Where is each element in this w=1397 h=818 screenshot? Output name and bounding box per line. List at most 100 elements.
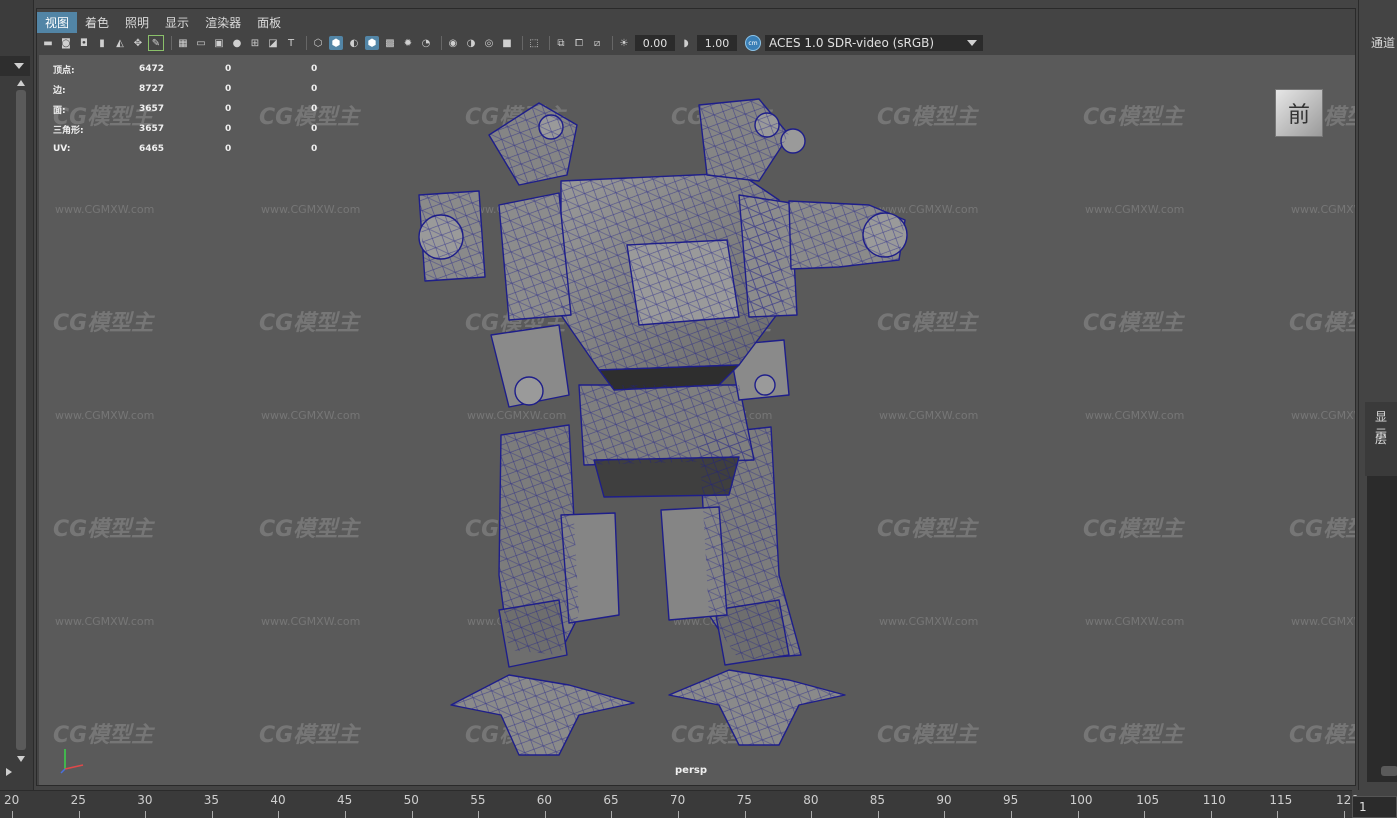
field-chart-icon[interactable]: ⊞ (248, 36, 262, 50)
bookmark-camera-icon[interactable]: ◘ (77, 36, 91, 50)
gate-mask-icon[interactable]: ● (230, 36, 244, 50)
timeline-tick-label: 110 (1202, 793, 1226, 807)
hud-label: 顶点: (53, 65, 75, 76)
wireframe-on-shaded-icon[interactable]: ⬢ (365, 36, 379, 50)
chevron-down-icon (14, 63, 24, 69)
hud-value: 0 (225, 104, 232, 114)
timeline-tick-label: 85 (869, 793, 886, 807)
layer-menu[interactable]: 层 (1375, 430, 1387, 447)
menu-show[interactable]: 显示 (157, 12, 197, 33)
timeline-tick-mark (544, 811, 546, 818)
menu-shading[interactable]: 着色 (77, 12, 117, 33)
view-transform-value: ACES 1.0 SDR-video (sRGB) (769, 36, 935, 50)
use-default-material-icon[interactable]: ◐ (347, 36, 361, 50)
timeline-tick-label: 70 (670, 793, 686, 807)
time-slider[interactable]: 20 25 30 35 40 45 50 55 60 65 70 75 80 85 90 95 100 105 11… (0, 790, 1359, 818)
current-frame-field[interactable]: 1 (1352, 796, 1397, 818)
scroll-up-arrow-icon[interactable] (17, 80, 25, 86)
hud-row: 边: 8727 0 0 (53, 79, 375, 99)
grid-icon[interactable]: ▦ (176, 36, 190, 50)
exposure-field[interactable]: 0.00 (635, 35, 675, 51)
isolate-select-icon[interactable]: ⬚ (527, 36, 541, 50)
timeline-tick-label: 40 (270, 793, 286, 807)
timeline-tick-label: 55 (470, 793, 486, 807)
hud-value: 3657 (139, 124, 165, 134)
timeline-tick-mark (744, 811, 746, 818)
timeline-tick-label: 75 (736, 793, 752, 807)
hud-row: 三角形: 3657 0 0 (53, 119, 375, 139)
channels-tab[interactable]: 通道 (1371, 34, 1395, 51)
shadows-icon[interactable]: ◔ (419, 36, 433, 50)
wireframe-icon[interactable]: ⬡ (311, 36, 325, 50)
scroll-down-arrow-icon[interactable] (17, 756, 25, 762)
timeline-tick-mark (145, 811, 147, 818)
timeline-tick-mark (678, 811, 679, 818)
menu-panels[interactable]: 面板 (249, 12, 289, 33)
menu-lighting[interactable]: 照明 (117, 12, 157, 33)
toolbar-separator (441, 36, 442, 50)
hud-label: 三角形: (53, 125, 84, 136)
timeline-tick-mark (611, 811, 613, 818)
gamma-icon[interactable]: ◗ (679, 36, 693, 50)
layer-horizontal-scrollbar[interactable] (1381, 766, 1397, 776)
timeline-tick-label: 25 (70, 793, 86, 807)
bookmark-icon[interactable]: ▮ (95, 36, 109, 50)
toolbar-separator (549, 36, 550, 50)
textured-icon[interactable]: ▩ (383, 36, 397, 50)
left-dropdown[interactable] (0, 56, 30, 76)
screen-space-ao-icon[interactable]: ◉ (446, 36, 460, 50)
2d-pan-zoom-icon[interactable]: ✥ (131, 36, 145, 50)
xray-icon[interactable]: ⧉ (554, 36, 568, 50)
timeline-tick-label: 95 (1003, 793, 1019, 807)
panel-menubar: 视图 着色 照明 显示 渲染器 面板 (37, 11, 1355, 33)
left-vertical-scrollbar[interactable] (16, 90, 26, 750)
exposure-icon[interactable]: ☀ (617, 36, 631, 50)
color-management-icon[interactable]: cm (745, 35, 761, 51)
3d-viewport[interactable]: CG模型主 CG模型主 CG模型主 CG模型主 CG模型主 CG模型主 CG模型主 CG模型主… (39, 55, 1355, 785)
menu-view[interactable]: 视图 (37, 11, 78, 33)
timeline-tick-mark (1277, 811, 1279, 818)
timeline-tick-mark (1011, 811, 1012, 818)
timeline-tick-mark (78, 811, 80, 818)
hud-value: 0 (225, 64, 232, 74)
hud-label: 边: (53, 85, 66, 96)
mech-model-wireframe[interactable] (39, 55, 1355, 785)
multisample-aa-icon[interactable]: ◎ (482, 36, 496, 50)
left-side-panel (0, 0, 34, 790)
expand-right-arrow-icon[interactable] (6, 768, 12, 776)
hud-value: 0 (311, 64, 318, 74)
use-all-lights-icon[interactable]: ✹ (401, 36, 415, 50)
hud-row: 面: 3657 0 0 (53, 99, 375, 119)
view-cube[interactable]: 前 (1275, 89, 1323, 137)
safe-title-icon[interactable]: T (284, 36, 298, 50)
grease-pencil-icon[interactable]: ✎ (148, 35, 164, 51)
hud-value: 6472 (139, 64, 165, 74)
timeline-tick-mark (411, 811, 413, 818)
smooth-shade-icon[interactable]: ⬢ (329, 36, 343, 50)
hud-value: 0 (225, 124, 232, 134)
image-plane-icon[interactable]: ◭ (113, 36, 127, 50)
view-transform-select[interactable]: ACES 1.0 SDR-video (sRGB) (765, 35, 983, 51)
timeline-tick-label: 105 (1136, 793, 1160, 807)
safe-action-icon[interactable]: ◪ (266, 36, 280, 50)
depth-of-field-icon[interactable]: ■ (500, 36, 514, 50)
gamma-field[interactable]: 1.00 (697, 35, 737, 51)
hud-label: UV: (53, 144, 71, 154)
xray-joints-icon[interactable]: ⧠ (572, 36, 586, 50)
hud-row: UV: 6465 0 0 (53, 139, 375, 159)
resolution-gate-icon[interactable]: ▣ (212, 36, 226, 50)
menu-renderer[interactable]: 渲染器 (197, 12, 249, 33)
xray-components-icon[interactable]: ⧄ (590, 36, 604, 50)
hud-value: 0 (311, 84, 318, 94)
timeline-tick-label: 80 (803, 793, 819, 807)
hud-value: 3657 (139, 104, 165, 114)
timeline-tick-label: 45 (337, 793, 353, 807)
timeline-tick-mark (877, 811, 879, 818)
film-gate-icon[interactable]: ▭ (194, 36, 208, 50)
toolbar-separator (306, 36, 307, 50)
motion-blur-icon[interactable]: ◑ (464, 36, 478, 50)
layer-list[interactable] (1367, 476, 1397, 782)
camera-select-icon[interactable]: ▬ (41, 36, 55, 50)
camera-attributes-icon[interactable]: ◙ (59, 36, 73, 50)
timeline-tick-mark (1077, 811, 1079, 818)
